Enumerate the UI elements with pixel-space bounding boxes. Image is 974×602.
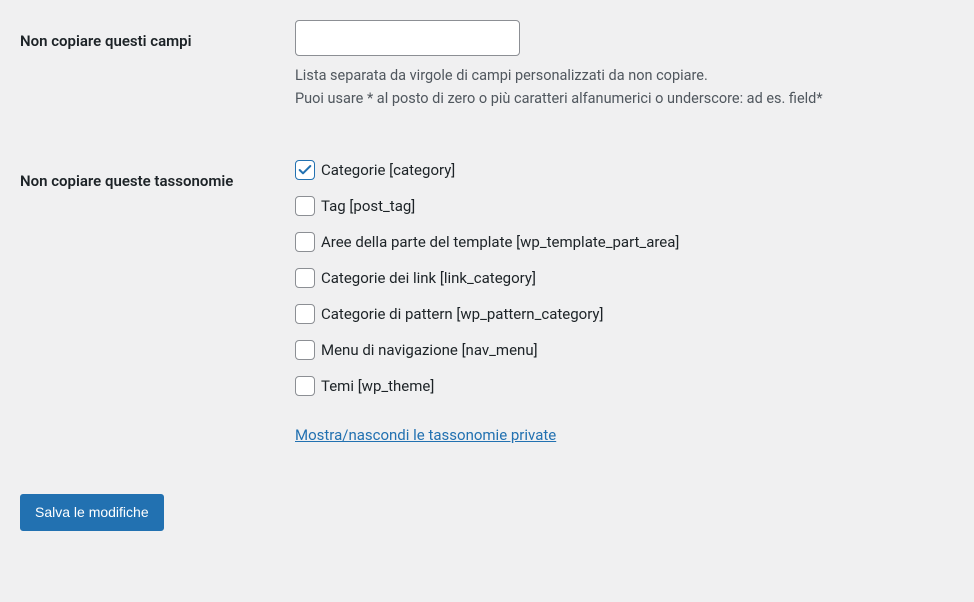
description-not-copy-fields: Lista separata da virgole di campi perso… [295,64,954,110]
taxonomy-checkbox-item[interactable]: Aree della parte del template [wp_templa… [295,232,954,252]
label-not-copy-taxonomies: Non copiare queste tassonomie [20,160,295,192]
submit-row: Salva le modifiche [20,494,954,531]
taxonomy-checkbox-item[interactable]: Categorie di pattern [wp_pattern_categor… [295,304,954,324]
checkbox-icon[interactable] [295,232,315,252]
taxonomy-checkbox-item[interactable]: Categorie [category] [295,160,954,180]
check-icon [297,162,313,178]
checkbox-label: Categorie [category] [321,161,455,179]
field-row-not-copy-fields: Non copiare questi campi Lista separata … [20,20,954,110]
taxonomy-checkbox-item[interactable]: Categorie dei link [link_category] [295,268,954,288]
checkbox-label: Categorie di pattern [wp_pattern_categor… [321,305,604,323]
toggle-private-taxonomies-link[interactable]: Mostra/nascondi le tassonomie private [295,426,556,444]
taxonomy-checkbox-item[interactable]: Tag [post_tag] [295,196,954,216]
checkbox-icon[interactable] [295,196,315,216]
checkbox-icon[interactable] [295,340,315,360]
checkbox-icon[interactable] [295,268,315,288]
taxonomy-checkbox-list: Categorie [category] Tag [post_tag] Aree d… [295,160,954,396]
input-not-copy-fields[interactable] [295,20,520,56]
taxonomy-checkbox-item[interactable]: Menu di navigazione [nav_menu] [295,340,954,360]
field-row-not-copy-taxonomies: Non copiare queste tassonomie Categorie … [20,160,954,444]
checkbox-label: Menu di navigazione [nav_menu] [321,341,538,359]
checkbox-icon[interactable] [295,304,315,324]
checkbox-label: Categorie dei link [link_category] [321,269,536,287]
checkbox-label: Aree della parte del template [wp_templa… [321,233,679,251]
checkbox-icon[interactable] [295,160,315,180]
checkbox-label: Temi [wp_theme] [321,377,434,395]
save-button[interactable]: Salva le modifiche [20,494,164,531]
checkbox-label: Tag [post_tag] [321,197,415,215]
label-not-copy-fields: Non copiare questi campi [20,20,295,52]
taxonomy-checkbox-item[interactable]: Temi [wp_theme] [295,376,954,396]
checkbox-icon[interactable] [295,376,315,396]
